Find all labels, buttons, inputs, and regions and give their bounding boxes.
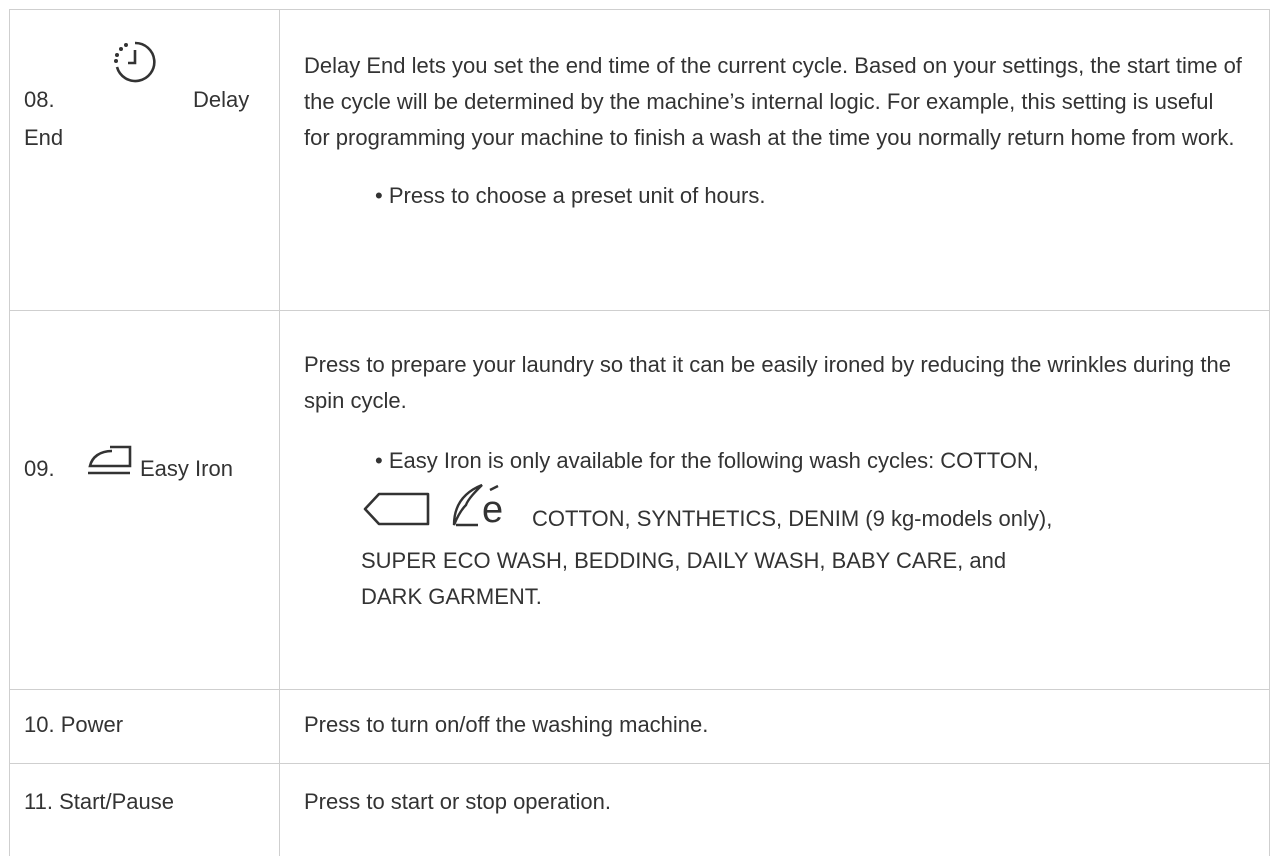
description-cell: Delay End lets you set the end time of t… <box>279 9 1270 311</box>
table-row: 10. Power Press to turn on/off the washi… <box>9 689 1270 764</box>
bullet-line: DARK GARMENT. <box>361 584 542 609</box>
description-text: Press to turn on/off the washing machine… <box>304 712 709 737</box>
delay-end-clock-icon <box>114 41 156 83</box>
row-number: 09. <box>24 456 55 481</box>
description-cell: Press to turn on/off the washing machine… <box>279 689 1270 764</box>
controls-table: 08. Delay End Delay End lets you set the… <box>9 9 1270 856</box>
bullet-line: COTTON, SYNTHETICS, DENIM (9 kg-models o… <box>532 506 1053 531</box>
bullet-line: SUPER ECO WASH, BEDDING, DAILY WASH, BAB… <box>361 548 1007 573</box>
row-label: 11. Start/Pause <box>24 789 175 814</box>
row-label: 10. Power <box>24 712 124 737</box>
table-row: 11. Start/Pause Press to start or stop o… <box>9 763 1270 856</box>
iron-icon <box>88 445 132 475</box>
eco-e-icon: e <box>452 483 503 529</box>
label-cell: 10. Power <box>9 689 280 764</box>
description-cell: Press to start or stop operation. <box>279 763 1270 856</box>
label-cell: 11. Start/Pause <box>9 763 280 856</box>
row-label-word2: End <box>24 125 64 150</box>
label-cell: 09. Easy Iron <box>9 310 280 690</box>
description-text: Press to start or stop operation. <box>304 789 611 814</box>
bullet-line: • Easy Iron is only available for the fo… <box>375 448 1039 473</box>
rounded-tag-icon <box>363 492 430 526</box>
row-label-word1: Delay <box>193 87 250 112</box>
label-cell: 08. Delay End <box>9 9 280 311</box>
description-cell: Press to prepare your laundry so that it… <box>279 310 1270 690</box>
bullet-line-with-icons: e COTTON, SYNTHETICS, DENIM (9 kg-models… <box>280 479 1269 539</box>
description-text: Press to prepare your laundry so that it… <box>304 352 1231 413</box>
row-number: 08. <box>24 87 55 112</box>
row-label: Easy Iron <box>140 456 233 481</box>
svg-text:e: e <box>482 489 503 529</box>
bullet-text: • Press to choose a preset unit of hours… <box>375 183 766 208</box>
table-row: 09. Easy Iron Press to prepare your laun… <box>9 310 1270 690</box>
table-row: 08. Delay End Delay End lets you set the… <box>9 9 1270 311</box>
description-text: Delay End lets you set the end time of t… <box>304 53 1242 150</box>
